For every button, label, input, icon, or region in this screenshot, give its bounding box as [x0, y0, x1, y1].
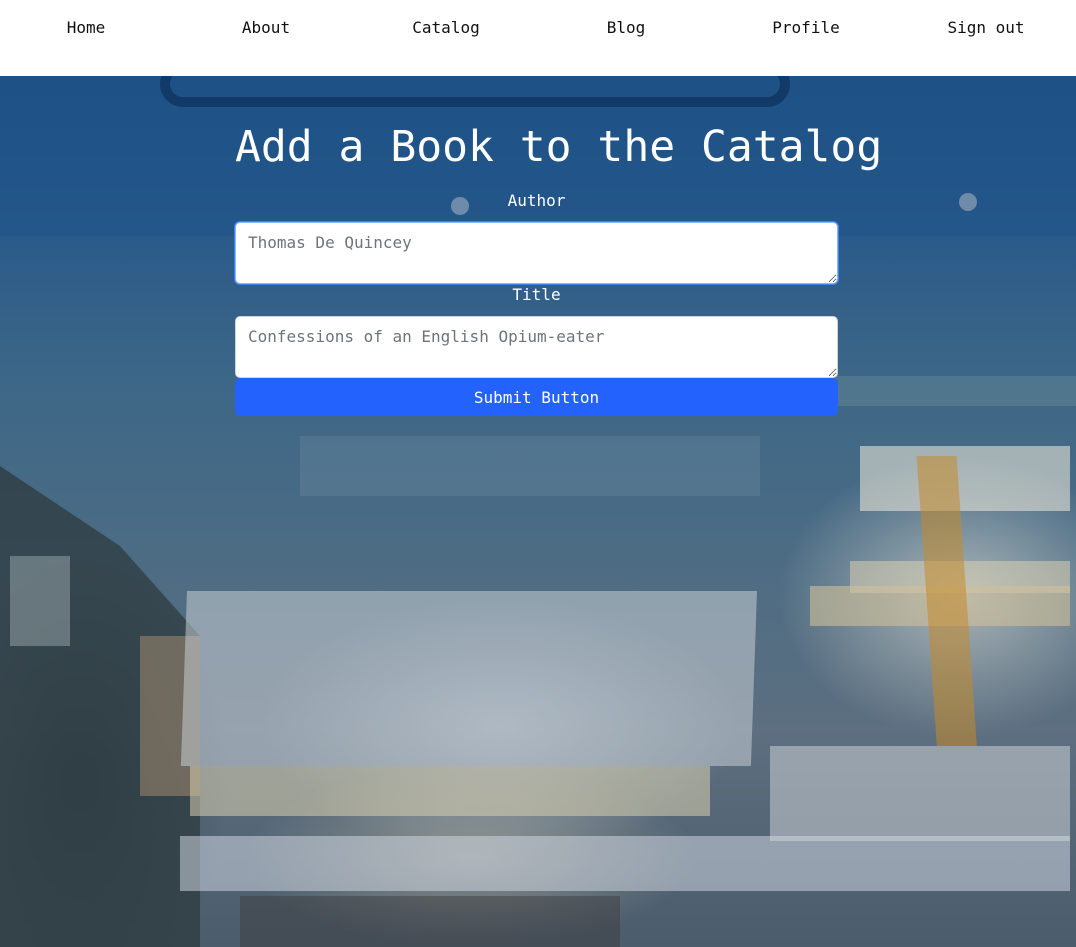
nav-link-about[interactable]: About: [176, 18, 356, 38]
title-label: Title: [512, 285, 561, 304]
nav-link-sign-out[interactable]: Sign out: [896, 18, 1076, 38]
nav-link-profile[interactable]: Profile: [716, 18, 896, 38]
nav-link-blog[interactable]: Blog: [536, 18, 716, 38]
nav-link-home[interactable]: Home: [0, 18, 176, 38]
page-title: Add a Book to the Catalog: [235, 122, 883, 172]
top-navbar: Home About Catalog Blog Profile Sign out: [0, 0, 1076, 76]
nav-link-catalog[interactable]: Catalog: [356, 18, 536, 38]
title-input[interactable]: [235, 316, 838, 378]
author-input[interactable]: [235, 222, 838, 284]
submit-button[interactable]: Submit Button: [235, 378, 838, 416]
author-label: Author: [507, 191, 566, 210]
